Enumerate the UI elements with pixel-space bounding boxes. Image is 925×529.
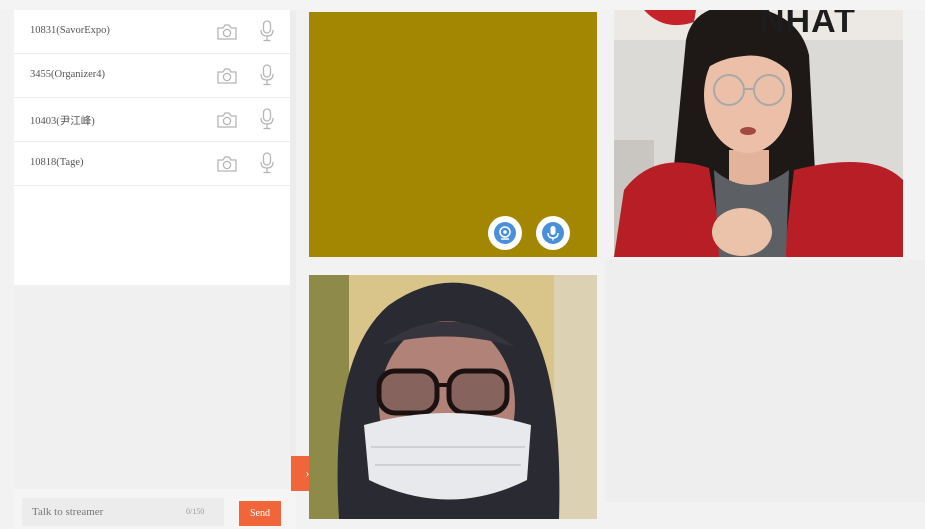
participant-video-frame: [309, 275, 597, 519]
camera-icon[interactable]: [216, 23, 238, 41]
tile-camera-button[interactable]: [488, 216, 522, 250]
chat-message-area: [14, 285, 290, 489]
camera-icon[interactable]: [216, 67, 238, 85]
participant-name: 3455(Organizer4): [30, 69, 106, 80]
video-tile-yellow: [309, 12, 597, 257]
microphone-icon[interactable]: [259, 20, 275, 42]
microphone-icon[interactable]: [259, 64, 275, 86]
microphone-icon[interactable]: [259, 108, 275, 130]
tile-mic-button[interactable]: [536, 216, 570, 250]
participant-name: 10403(尹江峰): [30, 116, 95, 127]
participant-list: 10831(SavorExpo) 3455(Organizer4) 10403(…: [14, 10, 290, 285]
participant-video-frame: [614, 10, 903, 257]
participant-row[interactable]: 3455(Organizer4): [14, 54, 290, 98]
microphone-icon: [547, 226, 559, 241]
participant-row[interactable]: 10403(尹江峰): [14, 98, 290, 142]
participant-name: 10831(SavorExpo): [30, 25, 110, 36]
send-button[interactable]: Send: [239, 501, 281, 526]
banner-text: NHAT: [760, 10, 856, 40]
webcam-icon: [499, 226, 511, 240]
camera-icon[interactable]: [216, 111, 238, 129]
char-counter: 0/150: [186, 507, 205, 516]
participant-row[interactable]: 10831(SavorExpo): [14, 10, 290, 54]
microphone-icon[interactable]: [259, 152, 275, 174]
top-strip: [0, 0, 925, 10]
video-tile-participant: [309, 275, 597, 519]
camera-icon[interactable]: [216, 155, 238, 173]
panel-divider: [290, 10, 296, 520]
empty-video-slot: [605, 260, 925, 502]
video-tile-streamer: NHAT: [614, 10, 903, 257]
participant-row[interactable]: 10818(Tage): [14, 142, 290, 186]
participant-name: 10818(Tage): [30, 157, 84, 168]
